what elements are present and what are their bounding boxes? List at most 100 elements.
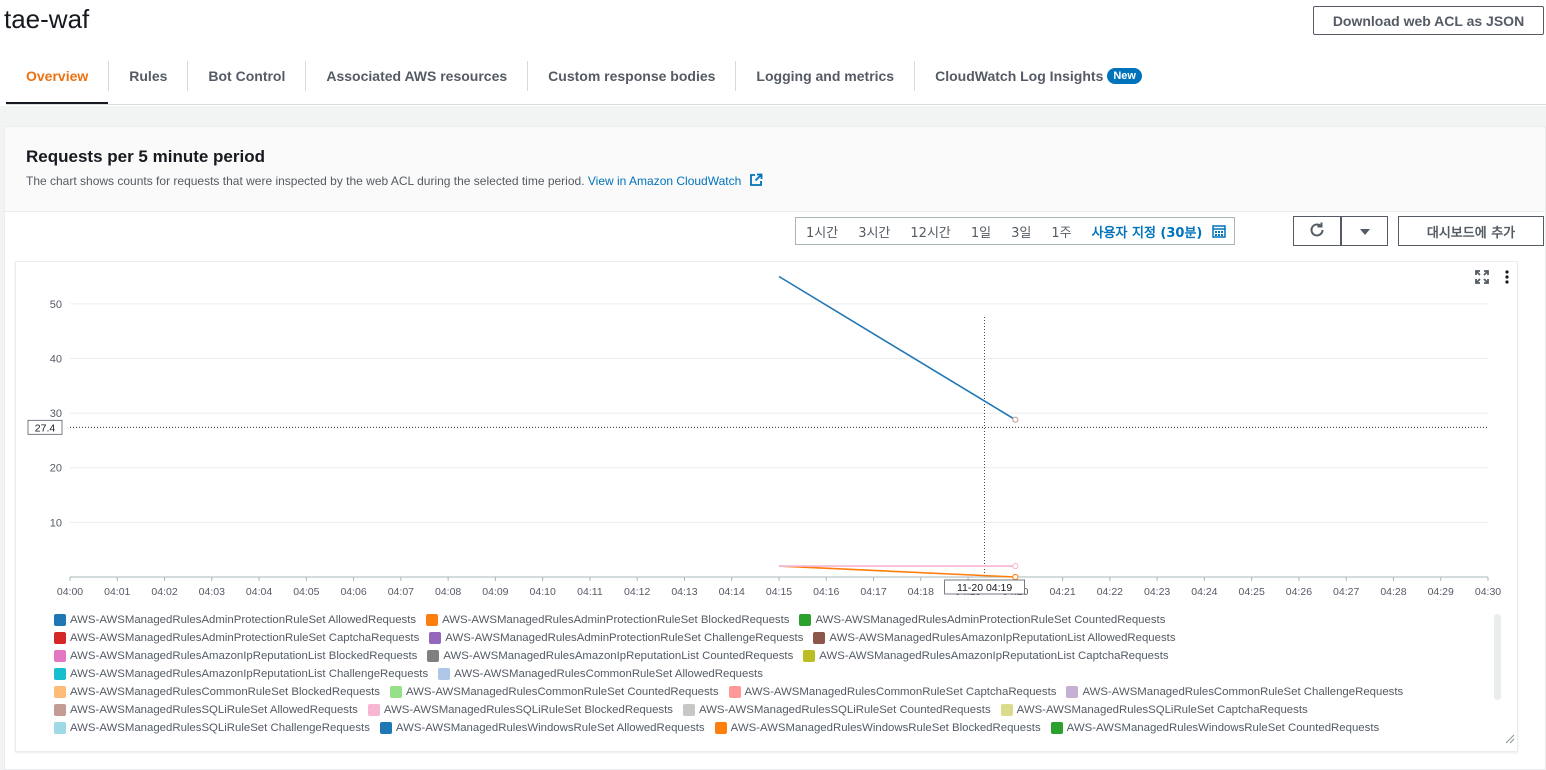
tab-overview[interactable]: Overview — [6, 48, 109, 105]
legend-label: AWS-AWSManagedRulesAmazonIpReputationLis… — [443, 650, 794, 662]
legend-swatch — [714, 722, 727, 734]
legend-item[interactable]: AWS-AWSManagedRulesSQLiRuleSet CaptchaRe… — [1000, 704, 1308, 716]
legend-item[interactable]: AWS-AWSManagedRulesAdminProtectionRuleSe… — [54, 632, 419, 644]
tab-label: Custom response bodies — [548, 68, 716, 84]
refresh-button[interactable] — [1293, 216, 1341, 246]
legend-swatch — [54, 650, 66, 662]
legend-item[interactable]: AWS-AWSManagedRulesAdminProtectionRuleSe… — [429, 632, 803, 644]
panel-title: Requests per 5 minute period — [26, 147, 265, 166]
legend-item[interactable]: AWS-AWSManagedRulesCommonRuleSet Challen… — [1066, 686, 1403, 698]
legend-item[interactable]: AWS-AWSManagedRulesAmazonIpReputationLis… — [427, 650, 793, 662]
legend-label: AWS-AWSManagedRulesCommonRuleSet Blocked… — [70, 686, 380, 698]
legend-item[interactable]: AWS-AWSManagedRulesAmazonIpReputationLis… — [54, 650, 417, 662]
legend-label: AWS-AWSManagedRulesCommonRuleSet Allowed… — [454, 668, 763, 680]
legend-item[interactable]: AWS-AWSManagedRulesAmazonIpReputationLis… — [803, 650, 1169, 662]
page-title: tae-waf — [4, 4, 90, 34]
cloudwatch-link[interactable]: View in Amazon CloudWatch — [588, 174, 741, 188]
range-12h[interactable]: 12시간 — [900, 222, 960, 241]
legend-item[interactable]: AWS-AWSManagedRulesCommonRuleSet Counted… — [390, 686, 719, 698]
hover-y-label: 27.4 — [35, 422, 56, 434]
legend-item[interactable]: AWS-AWSManagedRulesAdminProtectionRuleSe… — [54, 614, 416, 626]
refresh-options-dropdown[interactable] — [1341, 216, 1388, 246]
x-tick-label: 04:22 — [1097, 586, 1123, 598]
legend-label: AWS-AWSManagedRulesAmazonIpReputationLis… — [819, 650, 1169, 662]
new-badge: New — [1107, 68, 1142, 84]
range-custom[interactable]: 사용자 지정 (30분) — [1082, 222, 1213, 241]
x-tick-label: 04:12 — [624, 586, 650, 598]
tab-rules[interactable]: Rules — [109, 48, 187, 104]
series-point — [1012, 562, 1019, 570]
legend-item[interactable]: AWS-AWSManagedRulesAdminProtectionRuleSe… — [426, 614, 789, 626]
legend-item[interactable]: AWS-AWSManagedRulesAmazonIpReputationLis… — [813, 632, 1176, 644]
range-3h[interactable]: 3시간 — [848, 222, 900, 241]
legend-item[interactable]: AWS-AWSManagedRulesCommonRuleSet Captcha… — [728, 686, 1057, 698]
tab-custom-response-bodies[interactable]: Custom response bodies — [528, 48, 735, 104]
x-tick-label: 04:10 — [530, 586, 556, 598]
y-tick-label: 10 — [50, 517, 62, 529]
range-1w[interactable]: 1주 — [1041, 222, 1081, 241]
x-tick-label: 04:18 — [908, 586, 934, 598]
legend-row: AWS-AWSManagedRulesCommonRuleSet Blocked… — [54, 683, 1494, 701]
download-json-button[interactable]: Download web ACL as JSON — [1313, 6, 1544, 35]
x-tick-label: 04:28 — [1380, 586, 1406, 598]
legend-label: AWS-AWSManagedRulesCommonRuleSet Captcha… — [744, 686, 1057, 698]
x-tick-label: 04:25 — [1239, 586, 1265, 598]
legend-swatch — [427, 650, 440, 662]
legend-item[interactable]: AWS-AWSManagedRulesWindowsRuleSet Counte… — [1050, 722, 1379, 734]
range-3d[interactable]: 3일 — [1001, 222, 1041, 241]
refresh-icon — [1308, 221, 1326, 242]
legend-item[interactable]: AWS-AWSManagedRulesCommonRuleSet Blocked… — [54, 686, 380, 698]
add-to-dashboard-button[interactable]: 대시보드에 추가 — [1398, 216, 1544, 246]
legend-item[interactable]: AWS-AWSManagedRulesSQLiRuleSet Challenge… — [54, 722, 370, 734]
legend-swatch — [799, 614, 812, 626]
legend-item[interactable]: AWS-AWSManagedRulesAmazonIpReputationLis… — [54, 668, 428, 680]
tab-label: Logging and metrics — [756, 68, 895, 84]
caret-down-icon — [1359, 224, 1371, 239]
x-tick-label: 04:09 — [482, 586, 508, 598]
legend-item[interactable]: AWS-AWSManagedRulesWindowsRuleSet Allowe… — [379, 722, 705, 734]
legend-swatch — [429, 632, 442, 644]
legend-label: AWS-AWSManagedRulesAdminProtectionRuleSe… — [442, 614, 790, 626]
tab-label: Associated AWS resources — [326, 68, 508, 84]
chart-widget: 10 20 30 40 50 04:00 04:01 04:02 04:03 04:04 04:05… — [15, 261, 1518, 752]
legend-swatch — [438, 668, 451, 680]
legend-swatch — [390, 686, 402, 698]
resize-handle-icon[interactable] — [1505, 731, 1515, 749]
legend-label: AWS-AWSManagedRulesSQLiRuleSet BlockedRe… — [383, 704, 673, 716]
time-range-selector: 1시간 3시간 12시간 1일 3일 1주 사용자 지정 (30분) — [795, 217, 1236, 245]
range-1h[interactable]: 1시간 — [796, 222, 848, 241]
x-tick-label: 04:21 — [1049, 586, 1075, 598]
range-1d[interactable]: 1일 — [961, 222, 1001, 241]
legend-item[interactable]: AWS-AWSManagedRulesAdminProtectionRuleSe… — [799, 614, 1165, 626]
panel-description: The chart shows counts for requests that… — [26, 173, 763, 190]
tab-cloudwatch-log-insights[interactable]: CloudWatch Log Insights New — [915, 48, 1162, 104]
legend-scrollbar[interactable] — [1494, 614, 1501, 700]
legend-item[interactable]: AWS-AWSManagedRulesSQLiRuleSet AllowedRe… — [54, 704, 358, 716]
legend-item[interactable]: AWS-AWSManagedRulesSQLiRuleSet BlockedRe… — [367, 704, 673, 716]
requests-line-chart[interactable]: 10 20 30 40 50 04:00 04:01 04:02 04:03 04:04 04:05… — [16, 262, 1519, 607]
tab-label: Rules — [129, 68, 168, 84]
series-line — [778, 275, 1016, 421]
legend-label: AWS-AWSManagedRulesSQLiRuleSet CountedRe… — [698, 704, 991, 716]
tab-bot-control[interactable]: Bot Control — [188, 48, 305, 104]
tab-logging-metrics[interactable]: Logging and metrics — [736, 48, 914, 104]
legend-row: AWS-AWSManagedRulesAdminProtectionRuleSe… — [54, 611, 1494, 629]
legend-item[interactable]: AWS-AWSManagedRulesSQLiRuleSet CountedRe… — [682, 704, 991, 716]
legend-item[interactable]: AWS-AWSManagedRulesWindowsRuleSet Blocke… — [714, 722, 1041, 734]
legend-swatch — [54, 632, 66, 644]
x-tick-label: 04:30 — [1475, 586, 1501, 598]
legend-swatch — [54, 614, 66, 626]
x-tick-label: 04:29 — [1428, 586, 1454, 598]
tab-associated-resources[interactable]: Associated AWS resources — [306, 48, 527, 104]
external-link-icon[interactable] — [749, 173, 763, 190]
tab-label: Bot Control — [208, 68, 286, 84]
series-point — [1012, 416, 1019, 423]
tab-label: Overview — [26, 68, 89, 84]
description-text: The chart shows counts for requests that… — [26, 174, 585, 188]
legend-item[interactable]: AWS-AWSManagedRulesCommonRuleSet Allowed… — [438, 668, 763, 680]
legend-swatch — [367, 704, 380, 716]
calendar-icon[interactable] — [1212, 224, 1234, 238]
x-tick-label: 04:11 — [577, 586, 603, 598]
y-tick-label: 50 — [50, 299, 62, 311]
hover-x-label: 11-20 04:19 — [957, 582, 1012, 594]
